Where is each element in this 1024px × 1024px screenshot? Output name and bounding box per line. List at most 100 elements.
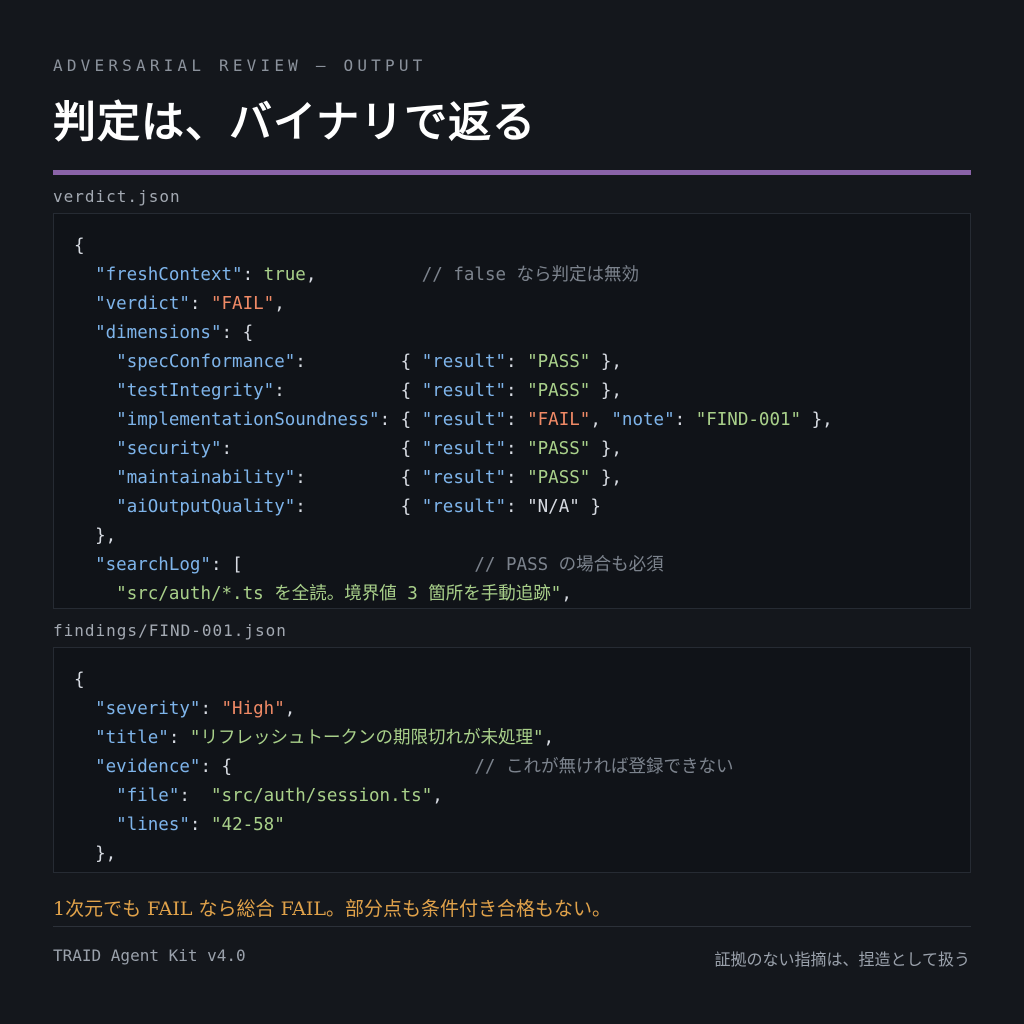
code-token: "security" — [116, 439, 222, 459]
code-line: "dimensions": { — [74, 319, 833, 348]
verdict-code-panel[interactable]: { "freshContext": true, // false なら判定は無効… — [53, 213, 971, 609]
code-line: "aiOutputQuality": { "result": "N/A" } — [74, 493, 833, 522]
verdict-file-label: verdict.json — [53, 187, 181, 206]
code-token: : — [506, 439, 528, 459]
code-token: "testIntegrity" — [116, 381, 275, 401]
code-line: }, — [74, 522, 833, 551]
code-token: "High" — [221, 699, 285, 719]
code-token: "result" — [421, 497, 507, 517]
code-line: "file": "src/auth/session.ts", — [74, 782, 733, 811]
verdict-code-block: { "freshContext": true, // false なら判定は無効… — [74, 232, 833, 608]
code-token: }, — [74, 844, 117, 864]
code-token: "aiOutputQuality" — [116, 497, 296, 517]
code-token: "freshContext" — [95, 265, 243, 285]
code-token: : { — [200, 757, 475, 777]
code-token: "PASS" — [527, 381, 591, 401]
code-token: }, — [74, 526, 117, 546]
code-token: "note" — [611, 410, 675, 430]
code-line: "title": "リフレッシュトークンの期限切れが未処理", — [74, 724, 733, 753]
code-token: : { — [295, 468, 422, 488]
accent-divider — [53, 170, 971, 175]
code-token: : — [179, 786, 211, 806]
code-token: : { — [221, 323, 254, 343]
code-token: "PASS" — [527, 439, 591, 459]
finding-code-block: { "severity": "High", "title": "リフレッシュトー… — [74, 666, 733, 869]
code-token: , — [432, 786, 443, 806]
code-token: "specConformance" — [116, 352, 296, 372]
code-token: , — [590, 410, 612, 430]
code-token: "FAIL" — [527, 410, 591, 430]
code-line: "lines": "42-58" — [74, 811, 733, 840]
code-token: } — [579, 497, 601, 517]
code-token: : [ — [210, 555, 475, 575]
code-token: "result" — [421, 410, 507, 430]
code-line: "evidence": { // これが無ければ登録できない — [74, 753, 733, 782]
code-line: "searchLog": [ // PASS の場合も必須 — [74, 551, 833, 580]
code-line: "implementationSoundness": { "result": "… — [74, 406, 833, 435]
code-token: "result" — [421, 352, 507, 372]
code-token: }, — [590, 381, 622, 401]
code-token: // false なら判定は無効 — [421, 265, 640, 285]
code-token: , — [305, 265, 422, 285]
code-line: }, — [74, 840, 733, 869]
code-line: { — [74, 232, 833, 261]
code-line: "severity": "High", — [74, 695, 733, 724]
code-token: "dimensions" — [95, 323, 222, 343]
eyebrow-label: ADVERSARIAL REVIEW — OUTPUT — [53, 56, 427, 75]
code-token: : — [506, 410, 528, 430]
code-token: "verdict" — [95, 294, 190, 314]
code-token: : { — [221, 439, 422, 459]
code-token: "searchLog" — [95, 555, 211, 575]
code-token: // PASS の場合も必須 — [474, 555, 664, 575]
code-token: : — [189, 815, 211, 835]
code-token: : — [242, 265, 264, 285]
code-token: }, — [590, 468, 622, 488]
code-line: "specConformance": { "result": "PASS" }, — [74, 348, 833, 377]
code-token: : — [506, 497, 528, 517]
footer-divider — [53, 926, 971, 927]
code-token: : — [506, 468, 528, 488]
code-token: : — [506, 381, 528, 401]
code-token: : — [674, 410, 696, 430]
code-line: { — [74, 666, 733, 695]
code-line: "verdict": "FAIL", — [74, 290, 833, 319]
footer-product: TRAID Agent Kit v4.0 — [53, 946, 246, 965]
code-token: : { — [274, 381, 422, 401]
code-token: "file" — [116, 786, 180, 806]
code-token: : { — [295, 352, 422, 372]
code-token: : { — [295, 497, 422, 517]
code-token: "result" — [421, 439, 506, 459]
code-line: "freshContext": true, // false なら判定は無効 — [74, 261, 833, 290]
code-token: "42-58" — [211, 815, 285, 835]
rule-note: 1次元でも FAIL なら総合 FAIL。部分点も条件付き合格もない。 — [53, 898, 611, 920]
code-token: : — [506, 352, 528, 372]
code-token: "title" — [95, 728, 169, 748]
code-line: "src/auth/*.ts を全読。境界値 3 箇所を手動追跡", — [74, 580, 833, 608]
code-token: "severity" — [95, 699, 201, 719]
code-token: "src/auth/*.ts を全読。境界値 3 箇所を手動追跡" — [116, 584, 562, 604]
code-token: "PASS" — [527, 352, 591, 372]
code-token: { — [74, 670, 85, 690]
code-token: : — [189, 294, 211, 314]
code-token: { — [74, 236, 85, 256]
code-token: }, — [801, 410, 833, 430]
code-line: "security": { "result": "PASS" }, — [74, 435, 833, 464]
page-title: 判定は、バイナリで返る — [53, 98, 537, 148]
code-token: "リフレッシュトークンの期限切れが未処理" — [189, 728, 544, 748]
finding-code-panel[interactable]: { "severity": "High", "title": "リフレッシュトー… — [53, 647, 971, 873]
code-token: "N/A" — [527, 497, 580, 517]
code-token: }, — [590, 439, 622, 459]
code-token: "maintainability" — [116, 468, 296, 488]
footer-tagline: 証拠のない指摘は、捏造として扱う — [714, 950, 970, 969]
